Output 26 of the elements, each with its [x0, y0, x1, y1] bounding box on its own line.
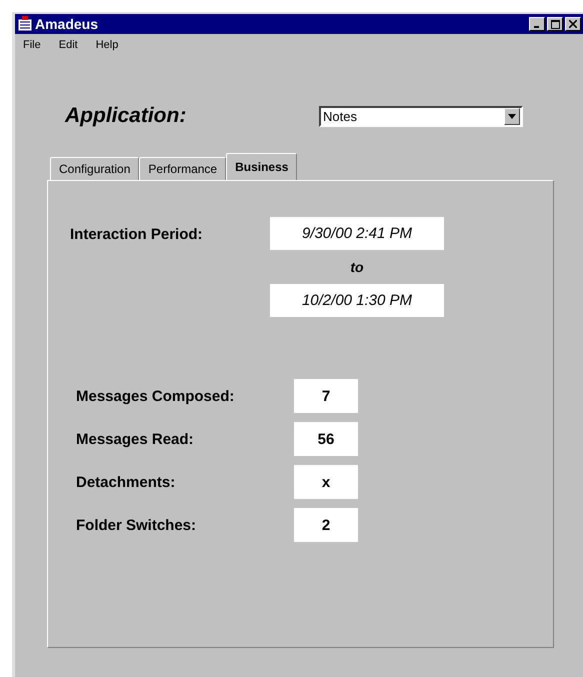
- value-field: x: [294, 465, 358, 499]
- maximize-icon[interactable]: [550, 20, 560, 28]
- field-label: Interaction Period:: [70, 225, 204, 245]
- menu-item[interactable]: Edit: [58, 39, 78, 51]
- start-date-field: 9/30/00 2:41 PM: [270, 217, 444, 250]
- tab[interactable]: Performance: [139, 157, 226, 180]
- minimize-button[interactable]: [529, 17, 545, 31]
- value-field: 56: [294, 422, 358, 456]
- close-icon[interactable]: [569, 20, 577, 28]
- field-label: Folder Switches:: [76, 516, 198, 534]
- application-dropdown[interactable]: Notes: [319, 106, 523, 126]
- field-label: Messages Composed:: [76, 388, 236, 404]
- tab[interactable]: Business: [226, 153, 298, 180]
- window-title: Amadeus: [35, 16, 98, 32]
- field-label: Messages Read:: [76, 430, 195, 448]
- to-label: to: [350, 258, 364, 277]
- close-button[interactable]: [565, 17, 581, 31]
- end-date-field: 10/2/00 1:30 PM: [270, 284, 444, 317]
- value-field: 7: [294, 379, 358, 413]
- value-field: 2: [294, 508, 358, 542]
- application-label: Application:: [65, 104, 188, 128]
- field-label: Detachments:: [76, 474, 176, 490]
- tab[interactable]: Configuration: [50, 157, 140, 180]
- menu-item[interactable]: Help: [96, 39, 118, 51]
- menu-item[interactable]: File: [23, 39, 41, 51]
- maximize-button[interactable]: [547, 17, 563, 31]
